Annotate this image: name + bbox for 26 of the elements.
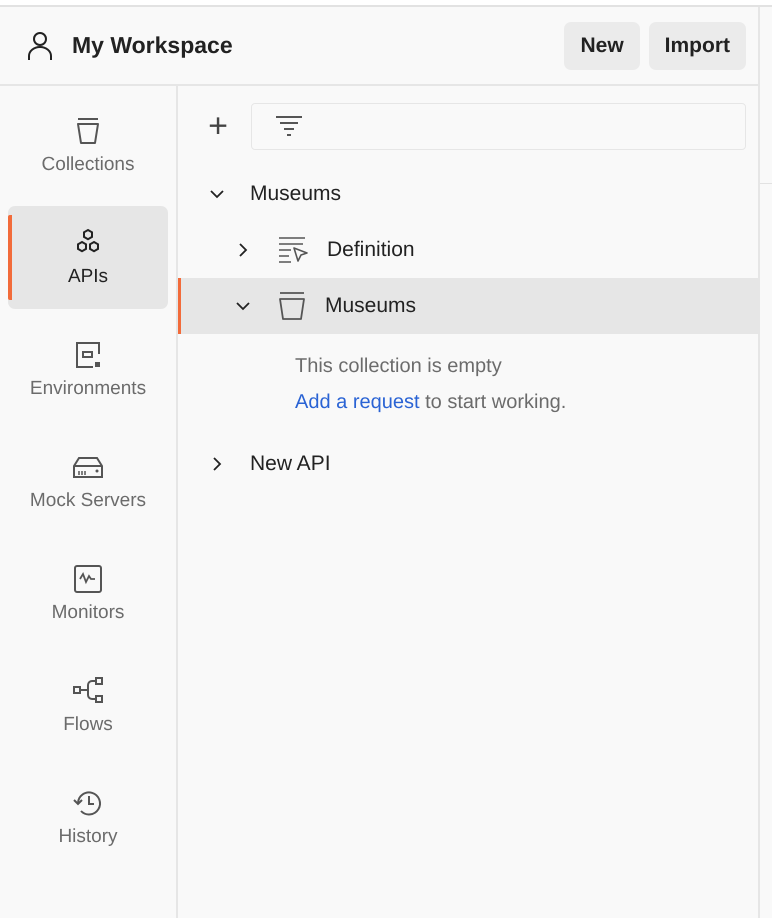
add-request-link[interactable]: Add a request: [295, 391, 420, 413]
sidebar-item[interactable]: Mock Servers: [8, 430, 168, 533]
flow-icon: [72, 676, 104, 706]
sidebar-item[interactable]: Environments: [8, 318, 168, 421]
environment-icon: [73, 340, 103, 370]
document-cursor-icon: [277, 235, 309, 265]
add-button[interactable]: +: [203, 109, 233, 143]
workspace-title: My Workspace: [72, 32, 233, 59]
filter-icon: [274, 114, 304, 138]
pulse-icon: [73, 564, 103, 594]
sidebar-item[interactable]: Flows: [8, 654, 168, 757]
hint-text: Add a request to start working.: [295, 390, 568, 415]
tree-item[interactable]: Definition: [178, 222, 758, 278]
sidebar-item[interactable]: Collections: [8, 94, 168, 197]
tree-item[interactable]: New API: [178, 436, 758, 492]
tree-item[interactable]: Museums: [178, 278, 758, 334]
import-button[interactable]: Import: [648, 22, 746, 70]
empty-message: This collection is empty: [295, 354, 503, 379]
new-button[interactable]: New: [564, 22, 640, 70]
sidebar-item[interactable]: APIs: [8, 206, 168, 309]
sidebar-item[interactable]: Monitors: [8, 542, 168, 645]
bucket-icon: [277, 291, 307, 321]
sidebar-item[interactable]: History: [8, 766, 168, 869]
tree-item[interactable]: Museums: [178, 166, 758, 222]
user-icon: [27, 30, 53, 60]
search-field[interactable]: [251, 102, 746, 150]
